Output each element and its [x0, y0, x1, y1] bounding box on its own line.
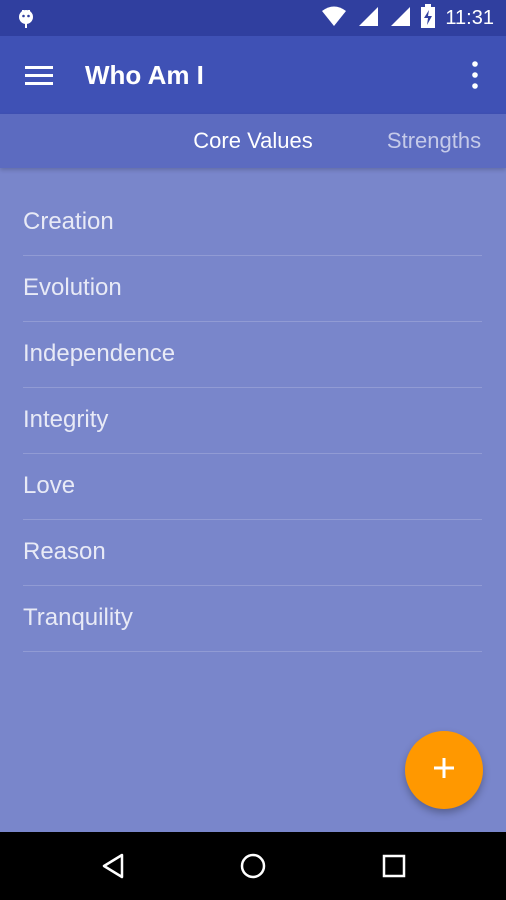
- list-item[interactable]: Reason: [0, 518, 506, 586]
- home-icon[interactable]: [239, 852, 267, 880]
- android-notification-icon: [14, 6, 38, 30]
- list-item[interactable]: Creation: [0, 188, 506, 256]
- list-item[interactable]: Integrity: [0, 386, 506, 454]
- list-item-label: Independence: [23, 340, 176, 367]
- list-item-label: Tranquility: [23, 604, 133, 631]
- list-item-label: Creation: [23, 208, 114, 235]
- list-item[interactable]: Tranquility: [0, 584, 506, 652]
- status-bar: 11:31: [0, 0, 506, 36]
- wifi-icon: [321, 5, 347, 32]
- hamburger-menu-icon[interactable]: [23, 61, 55, 89]
- app-bar: Who Am I: [0, 36, 506, 114]
- page-title: Who Am I: [85, 60, 204, 90]
- signal-icon: [357, 5, 379, 32]
- recent-apps-icon[interactable]: [380, 852, 408, 880]
- list-item-label: Reason: [23, 538, 106, 565]
- list-item[interactable]: Evolution: [0, 254, 506, 322]
- list-item-label: Love: [23, 472, 76, 499]
- plus-icon: [432, 756, 456, 785]
- signal-icon: [389, 5, 411, 32]
- list-item-label: Evolution: [23, 274, 122, 301]
- list-item[interactable]: Independence: [0, 320, 506, 388]
- list-item-label: Integrity: [23, 406, 109, 433]
- tab-core-values[interactable]: Core Values: [180, 114, 326, 168]
- more-vert-icon[interactable]: [468, 60, 482, 90]
- system-nav-bar: [0, 832, 506, 900]
- back-icon[interactable]: [99, 852, 127, 880]
- list-item[interactable]: Love: [0, 452, 506, 520]
- battery-charging-icon: [421, 3, 436, 33]
- tab-strengths[interactable]: Strengths: [372, 114, 496, 168]
- add-value-button[interactable]: [405, 731, 483, 809]
- values-list: Creation Evolution Independence Integrit…: [0, 190, 506, 652]
- tab-bar: Core Values Strengths: [0, 114, 506, 168]
- status-time: 11:31: [445, 7, 494, 29]
